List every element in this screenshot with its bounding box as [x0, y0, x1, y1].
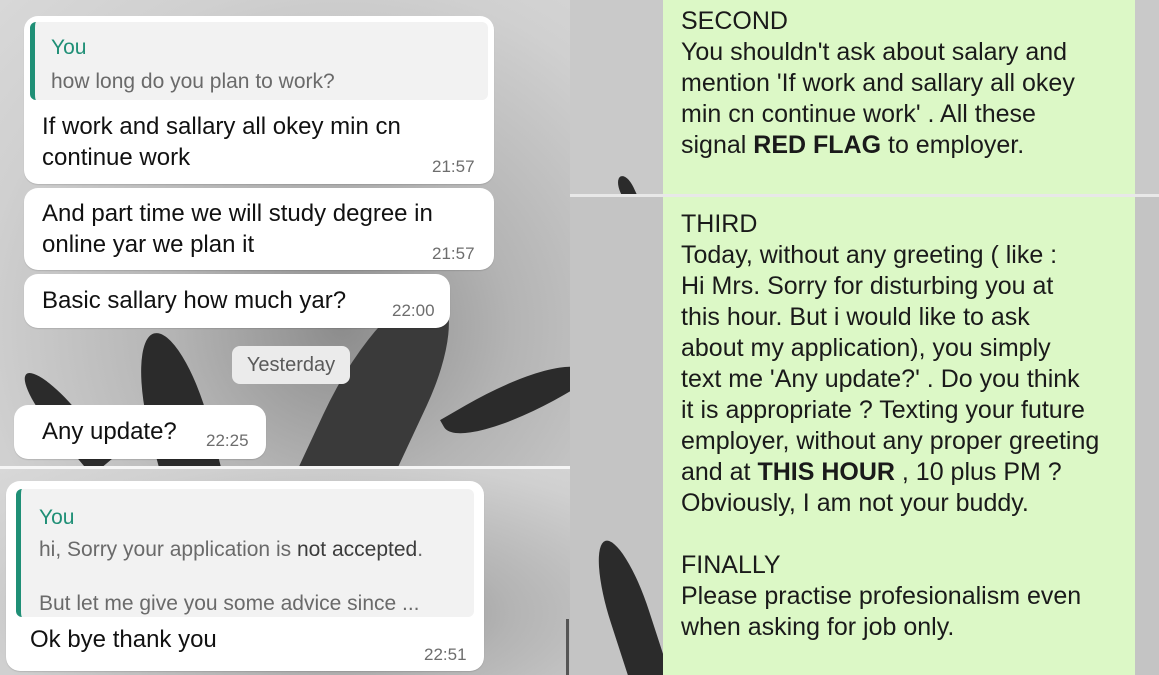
advice-text-block: SECOND You shouldn't ask about salary an… — [663, 0, 1135, 194]
section-heading: SECOND — [681, 7, 788, 35]
message-bubble[interactable]: Basic sallary how much yar? 22:00 — [24, 274, 450, 328]
message-text-line: And part time we will study degree in — [42, 200, 433, 227]
message-time: 22:51 — [424, 645, 467, 664]
plant-leaf-decoration — [586, 534, 674, 675]
advice-line: and at THIS HOUR , 10 plus PM ? — [681, 458, 1062, 486]
quoted-message[interactable]: You hi, Sorry your application is not ac… — [16, 489, 474, 617]
advice-line: employer, without any proper greeting — [681, 427, 1100, 455]
advice-line: it is appropriate ? Texting your future — [681, 396, 1085, 424]
advice-line: min cn continue work' . All these — [681, 100, 1036, 128]
chat-panel-top-left: You how long do you plan to work? If wor… — [0, 0, 570, 466]
advice-line: mention 'If work and sallary all okey — [681, 69, 1075, 97]
message-text-line: If work and sallary all okey min cn — [42, 113, 401, 140]
message-bubble-reply[interactable]: You hi, Sorry your application is not ac… — [6, 481, 484, 671]
plant-leaf-decoration — [614, 173, 640, 194]
quote-text-preview: But let me give you some advice since ..… — [39, 592, 420, 615]
message-text: Basic sallary how much yar? — [42, 287, 347, 314]
quoted-message[interactable]: You how long do you plan to work? — [30, 22, 488, 100]
message-text: Any update? — [42, 418, 177, 445]
quote-sender: You — [39, 506, 75, 529]
advice-line: signal RED FLAG to employer. — [681, 131, 1025, 159]
message-bubble[interactable]: And part time we will study degree in on… — [24, 188, 494, 270]
advice-line: about my application), you simply — [681, 334, 1051, 362]
quote-text: how long do you plan to work? — [51, 70, 335, 93]
advice-line: Today, without any greeting ( like : — [681, 241, 1058, 269]
message-time: 21:57 — [432, 157, 475, 176]
message-text-line: online yar we plan it — [42, 231, 255, 258]
message-time: 22:00 — [392, 301, 435, 320]
section-heading: FINALLY — [681, 551, 781, 579]
scrollbar[interactable] — [566, 619, 569, 675]
message-bubble-reply[interactable]: You how long do you plan to work? If wor… — [24, 16, 494, 184]
text-panel-top-right: SECOND You shouldn't ask about salary an… — [570, 0, 1159, 194]
message-bubble[interactable]: Any update? 22:25 — [14, 405, 266, 459]
advice-line: when asking for job only. — [681, 613, 955, 641]
message-time: 21:57 — [432, 244, 475, 263]
advice-line: text me 'Any update?' . Do you think — [681, 365, 1080, 393]
quote-sender: You — [51, 36, 87, 59]
advice-line: Please practise profesionalism even — [681, 582, 1082, 610]
advice-text-block: THIRD Today, without any greeting ( like… — [663, 197, 1135, 675]
plant-leaf-decoration — [440, 345, 570, 455]
message-time: 22:25 — [206, 431, 249, 450]
message-text-line: continue work — [42, 144, 191, 171]
message-text: Ok bye thank you — [30, 626, 217, 653]
date-separator: Yesterday — [232, 346, 350, 384]
section-heading: THIRD — [681, 210, 758, 238]
text-panel-bottom-right: THIRD Today, without any greeting ( like… — [570, 197, 1159, 675]
advice-line: Obviously, I am not your buddy. — [681, 489, 1029, 517]
quote-text: hi, Sorry your application is not accept… — [39, 538, 424, 561]
advice-line: Hi Mrs. Sorry for disturbing you at — [681, 272, 1054, 300]
advice-line: You shouldn't ask about salary and — [681, 38, 1068, 66]
chat-panel-bottom-left: You hi, Sorry your application is not ac… — [0, 469, 570, 675]
advice-line: this hour. But i would like to ask — [681, 303, 1030, 331]
